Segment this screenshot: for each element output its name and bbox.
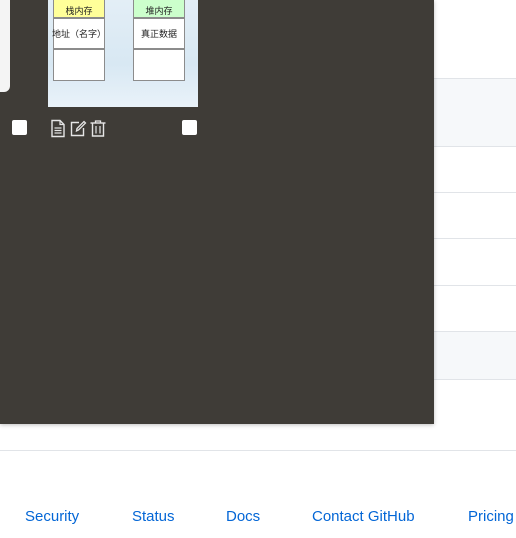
footer-link-security[interactable]: Security [25, 505, 79, 529]
heap-header-cell: 堆内存 [133, 0, 185, 18]
select-checkbox-previous[interactable] [12, 120, 27, 135]
site-footer: Security Status Docs Contact GitHub Pric… [0, 505, 516, 529]
footer-link-pricing[interactable]: Pricing [468, 505, 514, 529]
footer-link-contact[interactable]: Contact GitHub [312, 505, 415, 529]
footer-link-docs[interactable]: Docs [226, 505, 260, 529]
stack-header-cell: 栈内存 [53, 0, 105, 18]
stack-empty-cell [53, 49, 105, 81]
previous-image-thumbnail[interactable] [0, 0, 10, 92]
image-toolbar [49, 119, 107, 138]
stack-address-cell: 地址（名字） [52, 18, 107, 49]
image-thumbnail[interactable]: 栈内存 地址（名字） 堆内存 真正数据 [48, 0, 198, 107]
stack-header-label: 栈内存 [65, 6, 93, 17]
heap-header-label: 堆内存 [145, 6, 173, 17]
real-data-label: 真正数据 [140, 30, 177, 40]
edit-icon[interactable] [69, 119, 87, 138]
document-icon[interactable] [49, 119, 67, 138]
address-label: 地址（名字） [52, 30, 107, 40]
heap-empty-cell [133, 49, 185, 81]
trash-icon[interactable] [89, 119, 107, 138]
footer-divider [0, 450, 516, 451]
heap-data-cell: 真正数据 [133, 18, 185, 49]
image-gallery-panel: 栈内存 地址（名字） 堆内存 真正数据 [0, 0, 434, 424]
footer-link-status[interactable]: Status [132, 505, 175, 529]
select-checkbox[interactable] [182, 120, 197, 135]
